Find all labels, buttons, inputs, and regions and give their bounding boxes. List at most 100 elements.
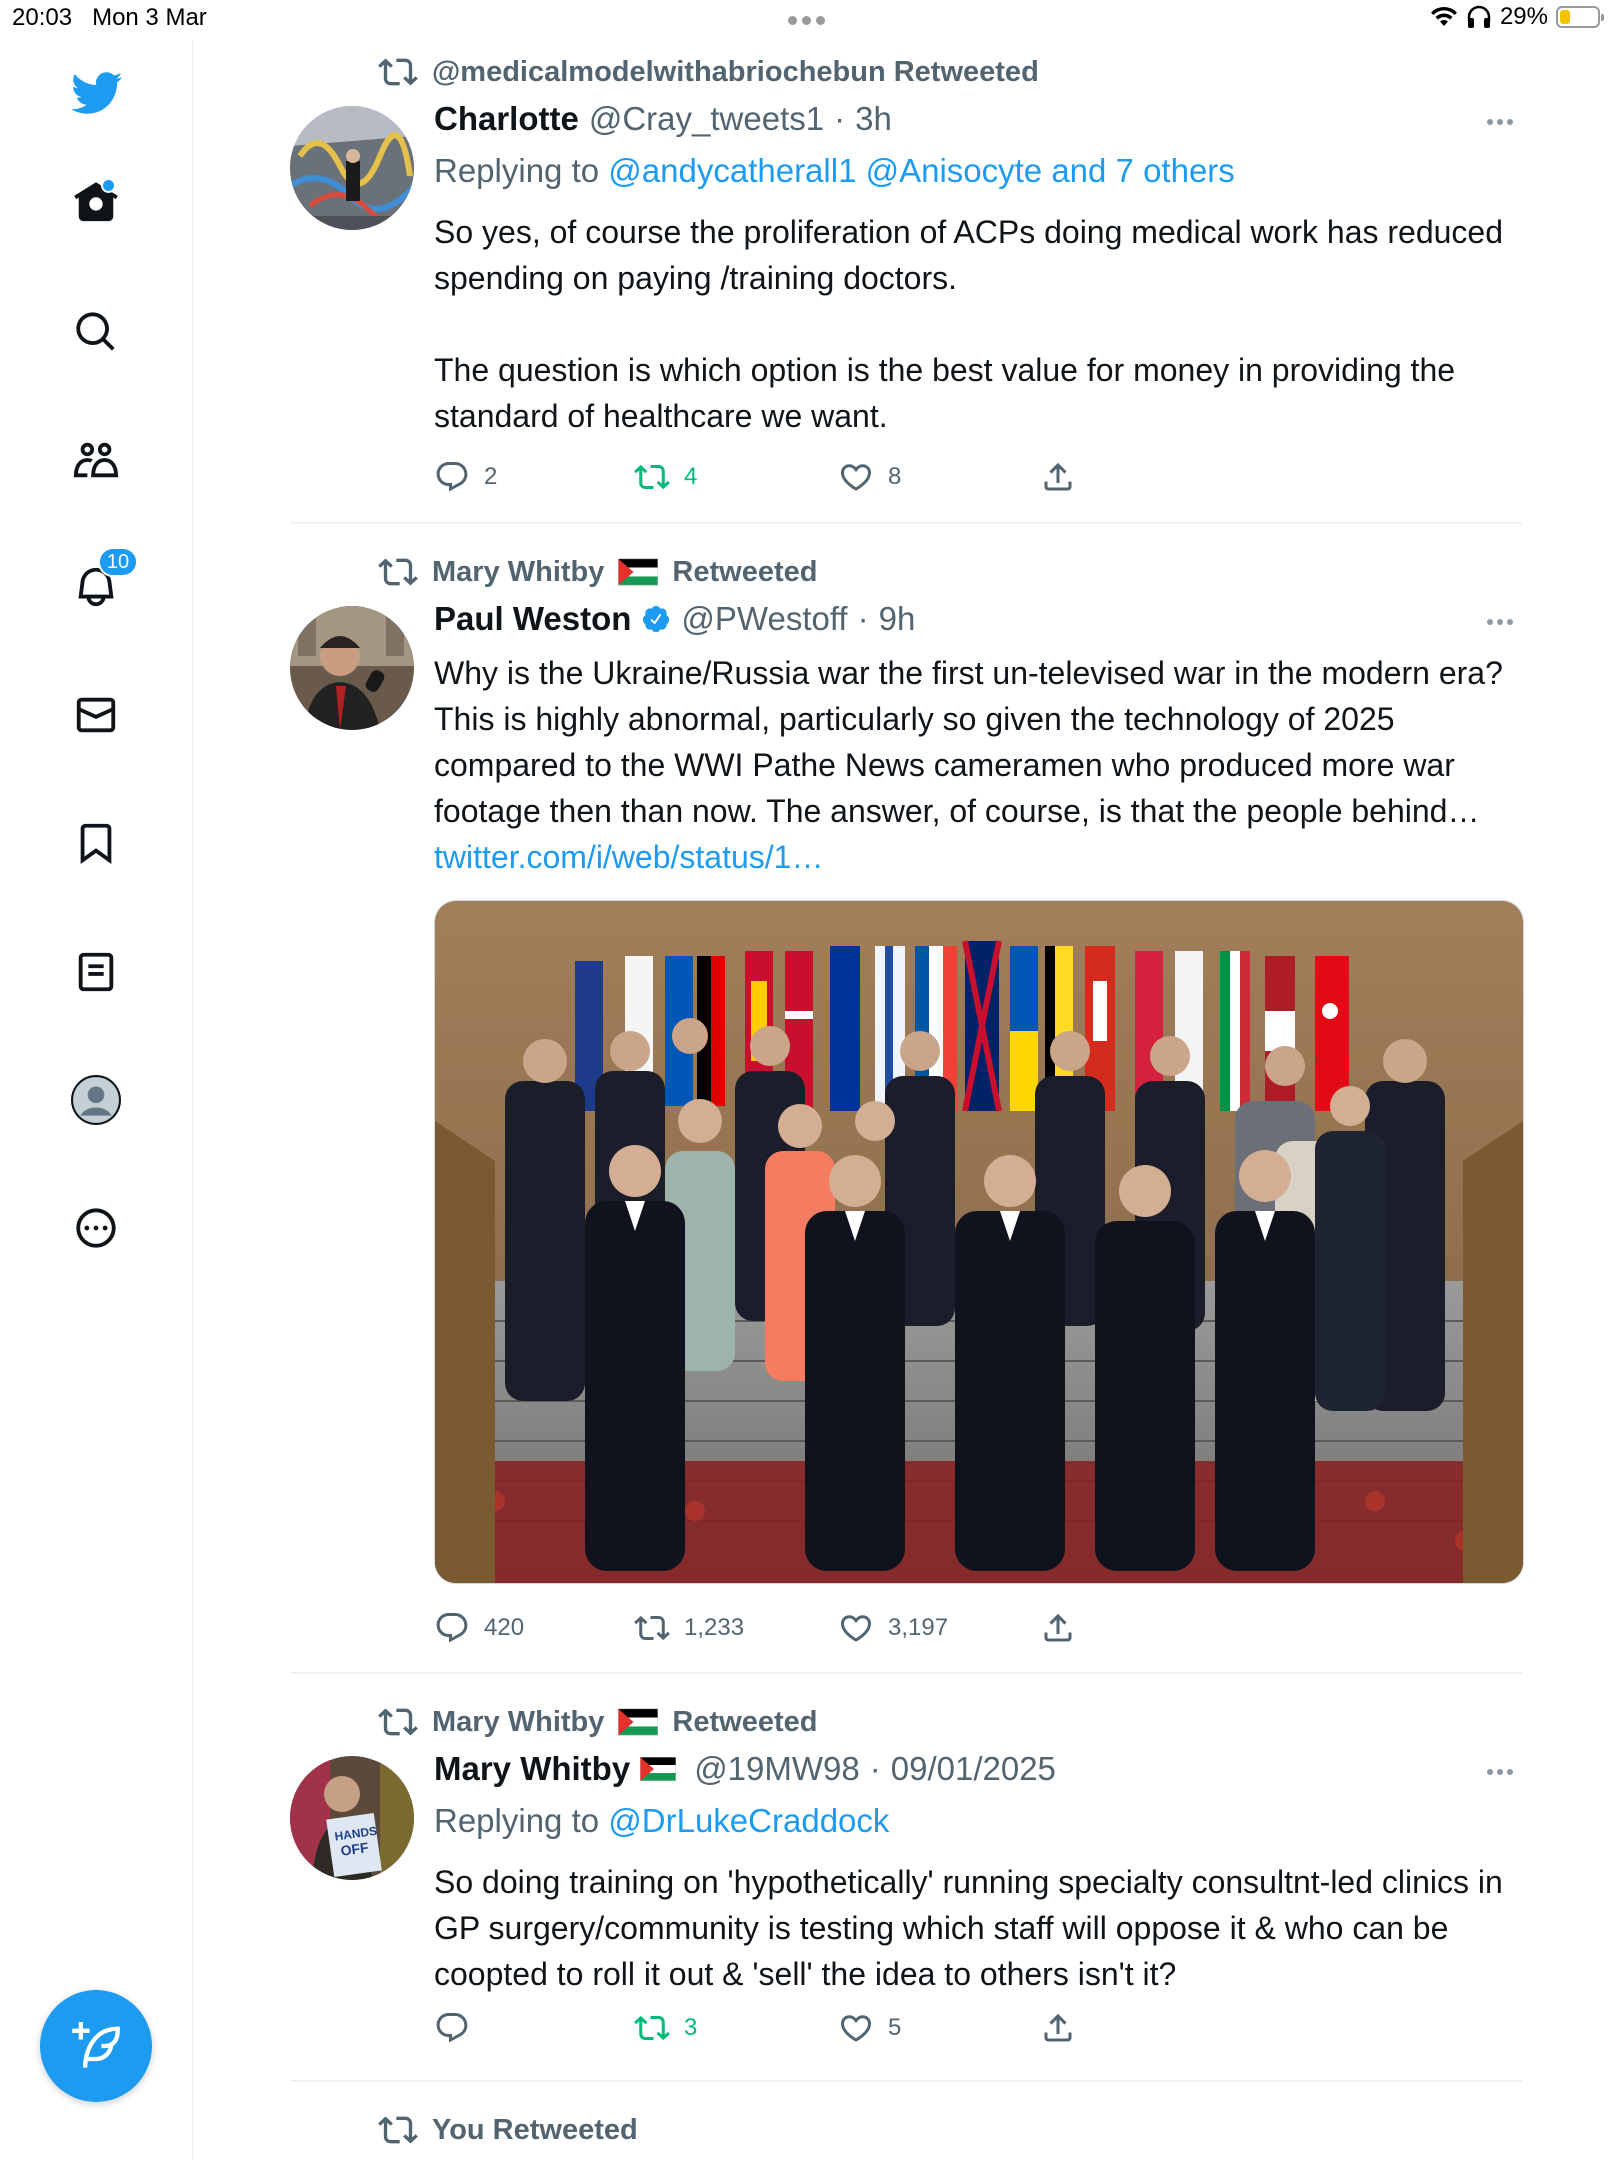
share-button[interactable]	[1040, 2008, 1076, 2048]
palestine-flag-icon	[618, 1702, 658, 1742]
like-button[interactable]: 8	[838, 457, 901, 497]
tweet-text: So doing training on 'hypothetically' ru…	[434, 1859, 1522, 1997]
retweet-icon	[378, 52, 418, 92]
reply-count: 2	[484, 463, 498, 490]
status-date: Mon 3 Mar	[92, 4, 207, 31]
heart-icon	[838, 459, 874, 495]
heart-icon	[838, 1610, 874, 1646]
tweet-photo[interactable]	[434, 900, 1524, 1584]
retweet-context[interactable]: Mary Whitby Retweeted	[378, 1702, 817, 1742]
tweet-header: Mary Whitby @19MW98 · 09/01/2025	[434, 1750, 1056, 1788]
retweet-context[interactable]: Mary Whitby Retweeted	[378, 552, 817, 592]
tweet-text: Why is the Ukraine/Russia war the first …	[434, 650, 1522, 880]
like-button[interactable]: 5	[838, 2008, 901, 2048]
search-icon[interactable]	[66, 302, 126, 362]
author-name[interactable]: Paul Weston	[434, 600, 631, 638]
like-count: 3,197	[888, 1614, 949, 1641]
tweet-header: Paul Weston @PWestoff · 9h	[434, 600, 915, 638]
avatar[interactable]	[290, 106, 414, 230]
lists-icon[interactable]	[66, 942, 126, 1002]
replying-to: Replying to @andycatherall1 @Anisocyte a…	[434, 152, 1235, 190]
share-button[interactable]	[1040, 457, 1076, 497]
dot-separator: ·	[857, 600, 869, 637]
author-handle[interactable]: @PWestoff	[681, 600, 847, 638]
bookmarks-icon[interactable]	[66, 813, 126, 873]
author-name[interactable]: Charlotte	[434, 100, 579, 138]
tweet[interactable]: @medicalmodelwithabriochebun Retweeted C…	[290, 52, 1522, 522]
tweet-body: So doing training on 'hypothetically' ru…	[434, 1864, 1503, 1992]
author-handle[interactable]: @19MW98	[694, 1750, 860, 1788]
multitasking-dots[interactable]	[788, 12, 830, 30]
replying-to-users[interactable]: @andycatherall1 @Anisocyte and 7 others	[608, 152, 1235, 189]
retweet-context[interactable]: @medicalmodelwithabriochebun Retweeted	[378, 52, 1039, 92]
communities-icon[interactable]	[66, 430, 126, 490]
retweeted-by-label: You Retweeted	[432, 2113, 638, 2146]
palestine-flag-icon	[640, 1757, 676, 1781]
retweet-button[interactable]: 1,233	[634, 1608, 744, 1648]
reply-icon	[434, 1610, 470, 1646]
messages-icon[interactable]	[66, 685, 126, 745]
avatar[interactable]: HANDS OFF	[290, 1756, 414, 1880]
replying-to-label: Replying to	[434, 1802, 600, 1839]
tweet-actions: 2 4 8	[434, 457, 1434, 497]
retweeted-suffix: Retweeted	[672, 1705, 818, 1738]
share-button[interactable]	[1040, 1608, 1076, 1648]
retweet-button[interactable]: 3	[634, 2008, 697, 2048]
avatar[interactable]	[290, 606, 414, 730]
retweet-button[interactable]: 4	[634, 457, 697, 497]
tweet-header: Charlotte @Cray_tweets1 · 3h	[434, 100, 892, 138]
tweet-divider	[290, 1672, 1522, 1674]
status-bar: 20:03 Mon 3 Mar 29%	[0, 0, 1620, 40]
reply-icon	[434, 2010, 470, 2046]
compose-tweet-icon	[72, 2022, 120, 2068]
retweet-icon	[634, 2010, 670, 2046]
retweet-icon	[378, 552, 418, 592]
compose-tweet-button[interactable]	[40, 1990, 152, 2102]
retweeted-by-label: Mary Whitby	[432, 1705, 605, 1738]
status-indicators: 29%	[1430, 3, 1604, 31]
share-icon	[1040, 459, 1076, 495]
like-button[interactable]: 3,197	[838, 1608, 948, 1648]
author-handle[interactable]: @Cray_tweets1	[589, 100, 824, 138]
battery-icon	[1556, 6, 1604, 28]
tweet-time[interactable]: 9h	[879, 600, 916, 638]
twitter-logo-icon[interactable]	[66, 63, 126, 123]
retweet-icon	[634, 1610, 670, 1646]
reply-count: 420	[484, 1614, 525, 1641]
tweet-time[interactable]: 3h	[855, 100, 892, 138]
tweet-time[interactable]: 09/01/2025	[891, 1750, 1056, 1788]
more-options-icon[interactable]	[1480, 112, 1520, 132]
palestine-flag-icon	[618, 552, 658, 592]
profile-icon[interactable]	[66, 1070, 126, 1130]
tweet[interactable]: Mary Whitby Retweeted Paul Weston @PWest…	[290, 552, 1524, 1672]
tweet-paragraph: So yes, of course the proliferation of A…	[434, 214, 1504, 296]
reply-button[interactable]	[434, 2008, 484, 2048]
like-count: 5	[888, 2014, 902, 2041]
retweet-count: 3	[684, 2014, 698, 2041]
replying-to-users[interactable]: @DrLukeCraddock	[608, 1802, 889, 1839]
retweet-context[interactable]: You Retweeted	[378, 2110, 638, 2150]
retweeted-by-label: Mary Whitby	[432, 555, 605, 588]
tweet-link[interactable]: twitter.com/i/web/status/1…	[434, 839, 823, 875]
tweet[interactable]: Mary Whitby Retweeted HANDS OFF Mary Whi…	[290, 1702, 1522, 2082]
more-options-icon[interactable]	[1480, 612, 1520, 632]
share-icon	[1040, 2010, 1076, 2046]
retweeted-suffix: Retweeted	[672, 555, 818, 588]
more-options-icon[interactable]	[1480, 1762, 1520, 1782]
notifications-badge: 10	[98, 547, 138, 577]
author-name[interactable]: Mary Whitby	[434, 1750, 630, 1788]
tweet-body: Why is the Ukraine/Russia war the first …	[434, 655, 1503, 829]
tweet-divider	[290, 522, 1522, 524]
dot-separator: ·	[869, 1750, 881, 1787]
share-icon	[1040, 1610, 1076, 1646]
retweet-icon	[378, 1702, 418, 1742]
reply-button[interactable]: 2	[434, 457, 497, 497]
more-icon[interactable]	[66, 1198, 126, 1258]
tweet[interactable]: You Retweeted	[290, 2110, 1522, 2160]
notifications-icon[interactable]: 10	[66, 547, 138, 617]
reply-button[interactable]: 420	[434, 1608, 524, 1648]
replying-to-label: Replying to	[434, 152, 600, 189]
tweet-divider	[290, 2080, 1522, 2082]
home-icon[interactable]	[66, 172, 126, 232]
retweet-count: 4	[684, 463, 698, 490]
